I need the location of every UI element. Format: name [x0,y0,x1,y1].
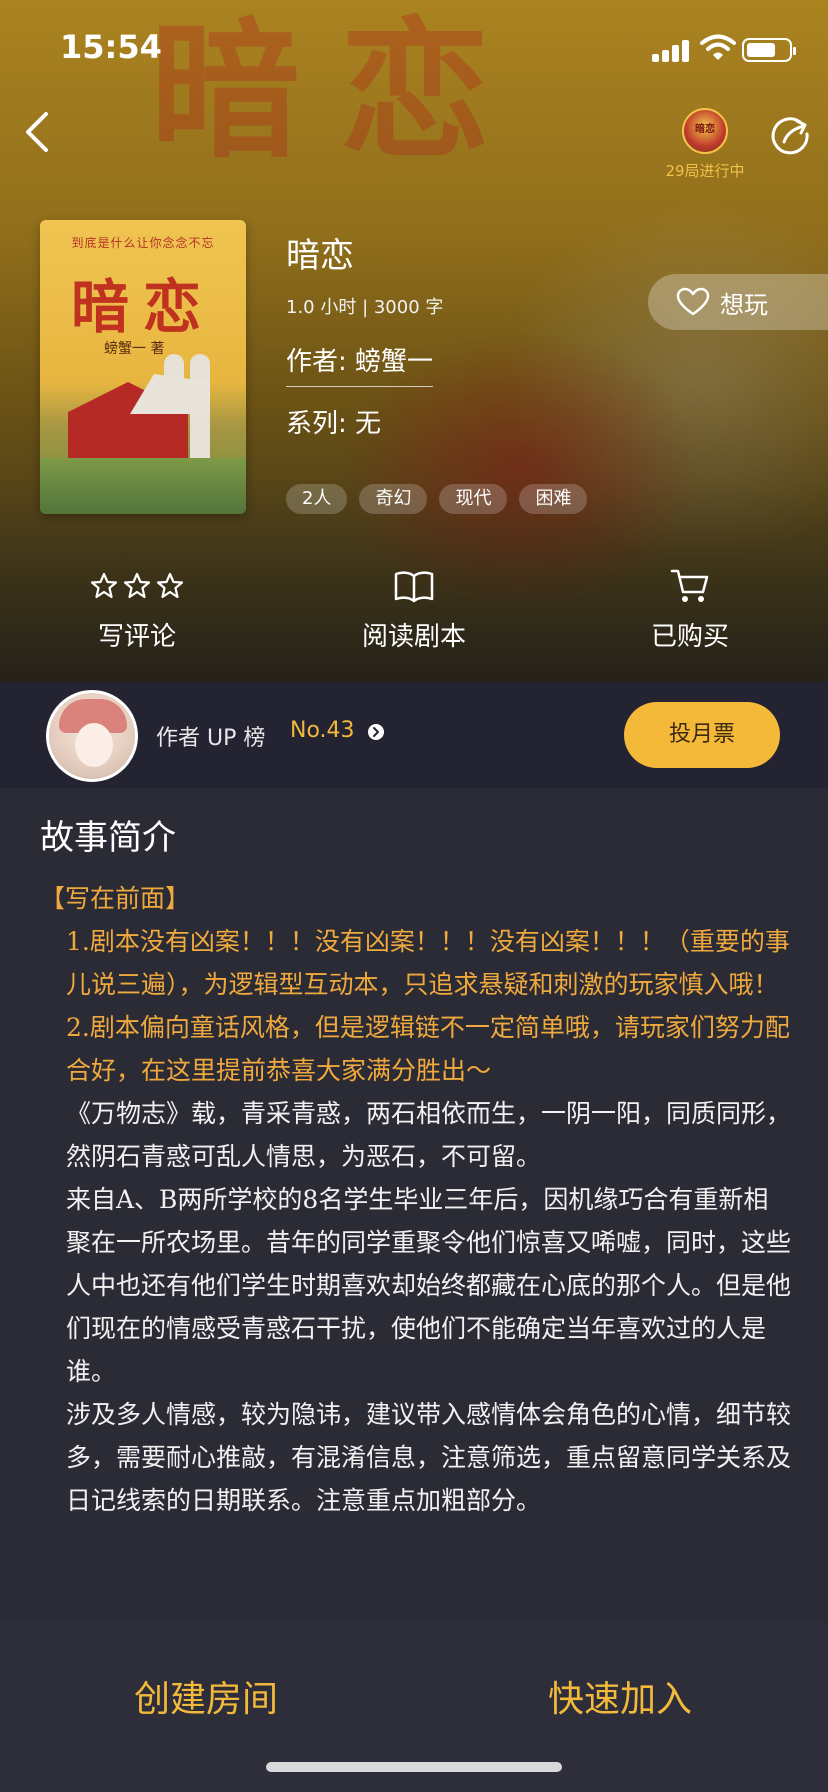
create-room-button[interactable]: 创建房间 [56,1670,356,1722]
avatar-face [75,723,113,767]
want-to-play-label: 想玩 [720,290,768,319]
synopsis-heading: 故事简介 [40,818,176,858]
write-review-label: 写评论 [97,622,176,652]
heart-icon [676,287,710,316]
tag: 现代 [439,484,508,514]
bottom-action-bar: 创建房间 快速加入 [0,1622,828,1792]
author-ranking-bar: 作者 UP 榜 No.43 投月票 [0,682,828,788]
read-script-label: 阅读剧本 [361,622,466,652]
monthly-vote-button[interactable]: 投月票 [624,702,780,768]
home-indicator[interactable] [266,1762,562,1772]
read-script-button[interactable]: 阅读剧本 [314,566,514,653]
synopsis-paragraph: 涉及多人情感，较为隐讳，建议带入感情体会角色的心情，细节较多，需要耐心推敲，有混… [66,1400,792,1515]
cover-author: 螃蟹一 著 [104,341,165,357]
active-games-text: 29局进行中 [665,162,745,180]
quick-join-button[interactable]: 快速加入 [470,1670,770,1722]
tag-list: 2人 奇幻 现代 困难 [286,484,588,514]
signal-icon [652,38,692,62]
share-icon[interactable] [770,114,812,156]
wifi-icon [700,34,736,60]
synopsis-paragraph: 1.剧本没有凶案！！！没有凶案！！！没有凶案！！！（重要的事儿说三遍），为逻辑型… [66,927,790,999]
stars-icon [37,566,237,606]
script-title: 暗恋 [286,236,354,276]
purchased-label: 已购买 [650,622,729,652]
write-review-button[interactable]: 写评论 [37,566,237,653]
chevron-right-icon[interactable] [368,724,384,740]
status-time: 15:54 [60,28,162,66]
synopsis-section: 故事简介 【写在前面】 1.剧本没有凶案！！！没有凶案！！！没有凶案！！！（重要… [0,788,828,1622]
synopsis-paragraph: 2.剧本偏向童话风格，但是逻辑链不一定简单哦，请玩家们努力配合好，在这里提前恭喜… [66,1013,790,1085]
synopsis-paragraph: 《万物志》载，青采青惑，两石相依而生，一阴一阳，同质同形，然阴石青惑可乱人情思，… [66,1099,792,1171]
action-row: 写评论 阅读剧本 已购买 [0,566,828,666]
script-info: 暗恋 1.0 小时 | 3000 字 作者: 螃蟹一 系列: 无 [286,228,443,440]
cover-field [40,458,246,514]
want-to-play-button[interactable]: 想玩 [648,274,828,330]
ranking-number[interactable]: No.43 [290,718,355,743]
synopsis-paragraph: 来自A、B两所学校的8名学生毕业三年后，因机缘巧合有重新相聚在一所农场里。昔年的… [66,1185,792,1386]
script-cover-image[interactable]: 到底是什么让你念念不忘 暗恋 螃蟹一 著 [40,220,246,514]
tag: 困难 [519,484,588,514]
cover-tagline: 到底是什么让你念念不忘 [71,236,215,250]
tag: 奇幻 [359,484,428,514]
purchased-button[interactable]: 已购买 [590,566,790,653]
back-arrow-icon[interactable] [18,108,58,156]
battery-icon [742,38,796,62]
script-duration: 1.0 小时 | 3000 字 [286,297,444,318]
cover-title: 暗恋 [70,273,215,341]
script-author-link[interactable]: 作者: 螃蟹一 [286,341,434,387]
status-bar: 15:54 [0,0,828,100]
script-header: 暗恋 15:54 暗恋 29局进行中 到底是什么让你念念不忘 [0,0,828,682]
book-icon [314,566,514,606]
script-series: 系列: 无 [286,409,382,439]
ranking-label: 作者 UP 榜 [156,726,266,751]
author-avatar[interactable] [46,690,138,782]
active-games-badge[interactable]: 暗恋 29局进行中 [660,108,750,181]
game-badge-image: 暗恋 [682,108,728,154]
synopsis-paragraph: 【写在前面】 [40,884,191,913]
tag: 2人 [286,484,348,514]
cart-icon [590,566,790,606]
game-badge-image-label: 暗恋 [695,124,715,135]
